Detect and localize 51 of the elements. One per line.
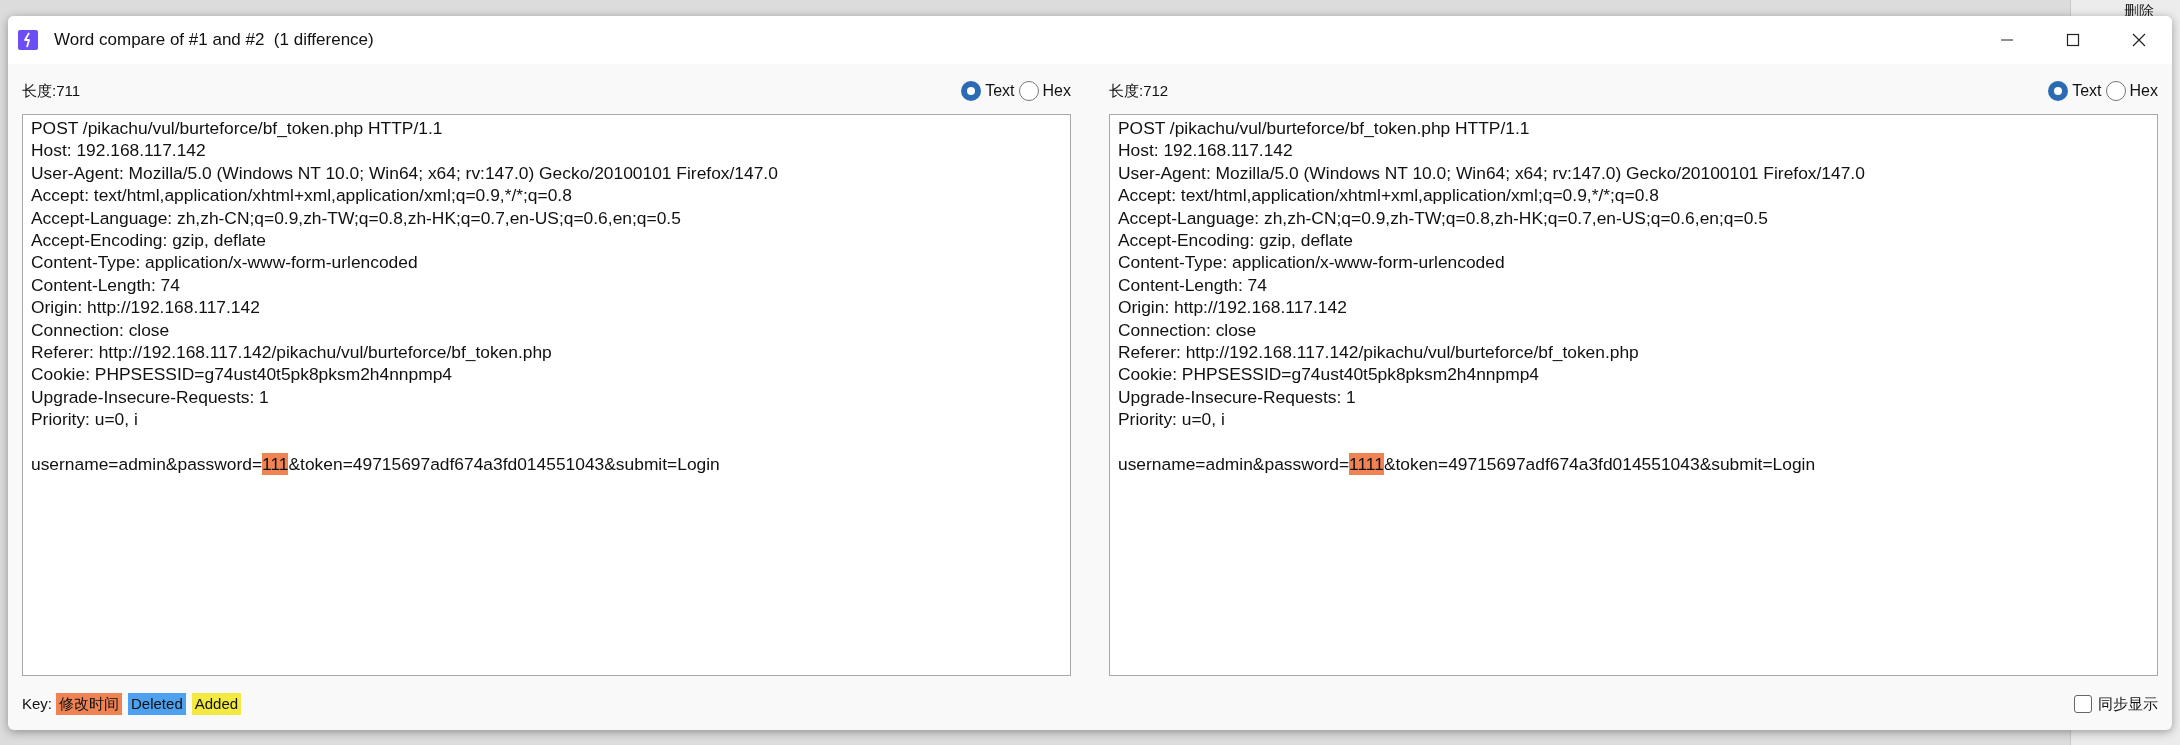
text-line: username=admin&password= [1118, 453, 1350, 476]
text-line: Content-Type: application/x-www-form-urlencoded [31, 251, 418, 274]
length-label: 长度:712 [1109, 80, 1169, 101]
text-line: Accept-Encoding: gzip, deflate [31, 229, 266, 252]
text-line: Origin: http://192.168.117.142 [31, 296, 260, 319]
radio-option[interactable]: Text [2048, 79, 2102, 103]
text-line: Cookie: PHPSESSID=g74ust40t5pk8pksm2h4nnpmp4 [1118, 363, 1539, 386]
text-line: Referer: http://192.168.117.142/pikachu/vul/burteforce/bf_token.php [31, 341, 552, 364]
text-line: Host: 192.168.117.142 [1118, 139, 1293, 162]
sync-checkbox[interactable]: 同步显示 [2074, 692, 2158, 716]
text-line: Priority: u=0, i [31, 408, 138, 431]
text-line: Content-Type: application/x-www-form-urlencoded [1118, 251, 1505, 274]
text-line: username=admin&password= [31, 453, 263, 476]
diff-highlight: 111 [262, 453, 289, 476]
text-line: Content-Length: 74 [31, 273, 180, 297]
text-line: POST /pikachu/vul/burteforce/bf_token.php HTTP/1.1 [31, 117, 443, 140]
app-icon [18, 30, 38, 50]
text-line: Accept-Encoding: gzip, deflate [1118, 229, 1353, 252]
text-area[interactable] [1109, 114, 2158, 676]
diff-highlight: 1111 [1349, 453, 1384, 476]
text-line: User-Agent: Mozilla/5.0 (Windows NT 10.0; Win64; x64; rv:147.0) Gecko/20100101 Firefox/147.0 [1118, 161, 1865, 185]
text-line: User-Agent: Mozilla/5.0 (Windows NT 10.0; Win64; x64; rv:147.0) Gecko/20100101 Firefox/147.0 [31, 161, 778, 185]
text-line: Cookie: PHPSESSID=g74ust40t5pk8pksm2h4nnpmp4 [31, 363, 452, 386]
text-area[interactable] [22, 114, 1071, 676]
text-line: Host: 192.168.117.142 [31, 139, 206, 162]
text-line: &token=49715697adf674a3fd014551043&submit=Login [1383, 453, 1816, 476]
maximize-icon[interactable] [2065, 32, 2081, 48]
text-line: Priority: u=0, i [1118, 408, 1225, 431]
text-line: Connection: close [31, 318, 170, 342]
text-line: Accept: text/html,application/xhtml+xml,application/xml;q=0.9,*/*;q=0.8 [1118, 184, 1659, 207]
text-line: Origin: http://192.168.117.142 [1118, 296, 1347, 319]
text-line: Referer: http://192.168.117.142/pikachu/vul/burteforce/bf_token.php [1118, 341, 1639, 364]
text-line: Upgrade-Insecure-Requests: 1 [1118, 385, 1356, 409]
text-line: Accept-Language: zh,zh-CN;q=0.9,zh-TW;q=0.8,zh-HK;q=0.7,en-US;q=0.6,en;q=0.5 [31, 206, 681, 230]
text-line: &token=49715697adf674a3fd014551043&submit=Login [288, 453, 720, 476]
text-line: Content-Length: 74 [1118, 273, 1267, 297]
text-line: Accept-Language: zh,zh-CN;q=0.9,zh-TW;q=0.8,zh-HK;q=0.7,en-US;q=0.6,en;q=0.5 [1118, 206, 1768, 230]
text-line: Connection: close [1118, 318, 1257, 342]
key-label: Key: [22, 693, 52, 714]
text-line: Accept: text/html,application/xhtml+xml,application/xml;q=0.9,*/*;q=0.8 [31, 184, 572, 207]
key-swatch: 修改时间 [56, 692, 122, 716]
length-label: 长度:711 [22, 80, 81, 101]
close-icon[interactable] [2131, 32, 2147, 48]
radio-option[interactable]: Hex [1018, 79, 1071, 103]
text-line: POST /pikachu/vul/burteforce/bf_token.php HTTP/1.1 [1118, 117, 1530, 140]
key-swatch: Added [191, 692, 242, 716]
text-line: Upgrade-Insecure-Requests: 1 [31, 385, 269, 409]
radio-option[interactable]: Text [961, 79, 1015, 103]
radio-option[interactable]: Hex [2105, 79, 2158, 103]
key-swatch: Deleted [128, 692, 186, 716]
window-title: Word compare of #1 and #2 (1 difference) [54, 29, 374, 52]
